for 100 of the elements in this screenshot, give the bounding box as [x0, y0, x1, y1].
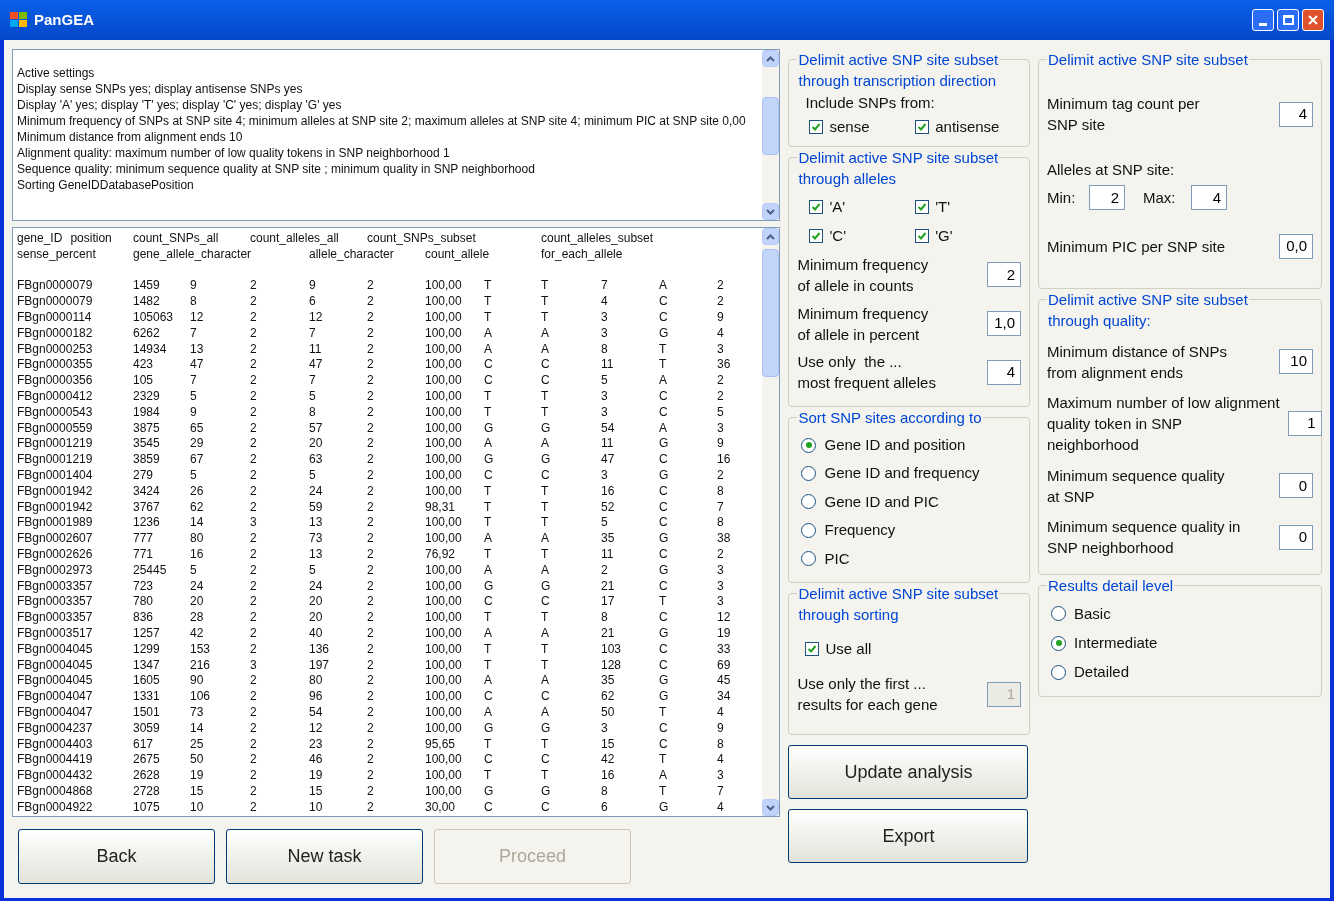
table-cell-text: 5	[190, 562, 198, 579]
table-cell-text: G	[659, 436, 670, 453]
table-cell-text: 2	[367, 673, 375, 690]
field-label: Maximum number of low alignment quality token in SNP neighborhood	[1047, 393, 1280, 456]
radio-button[interactable]	[801, 522, 817, 538]
table-cell-text: T	[541, 736, 550, 753]
table-cell-text: A	[659, 373, 668, 389]
checkbox[interactable]	[809, 120, 824, 135]
table-cell-text: C	[659, 310, 669, 326]
table-cell-text: 2	[717, 467, 725, 484]
table-cell-text: T	[484, 278, 493, 295]
input-field[interactable]: 10	[1279, 349, 1313, 375]
table-cell-text: 5	[309, 562, 317, 579]
table-cell-text: 2	[367, 515, 375, 532]
table-cell-text: 2	[250, 752, 258, 769]
table-cell-text: FBgn0004045	[17, 641, 94, 658]
radio-button[interactable]	[1051, 664, 1066, 680]
scrollbar-thumb[interactable]	[762, 249, 780, 377]
action-button[interactable]: New task	[226, 829, 423, 884]
table-cell-text: 100,00	[425, 436, 463, 453]
table-cell-text: 80	[190, 531, 205, 547]
checkbox[interactable]	[915, 199, 930, 214]
table-cell-text: FBgn0001989	[17, 515, 94, 532]
radio-button[interactable]	[801, 494, 817, 510]
scrollbar-thumb[interactable]	[762, 97, 780, 155]
radio-button[interactable]	[1051, 606, 1066, 622]
input-field[interactable]: 4	[987, 359, 1021, 385]
table-cell-text: G	[484, 420, 495, 437]
table-cell-text: T	[484, 499, 493, 516]
table-cell-text: 2	[250, 420, 258, 437]
table-cell-text: T	[541, 657, 550, 674]
action-button[interactable]: Export	[788, 809, 1029, 863]
input-field[interactable]: 1	[1287, 411, 1322, 437]
settings-line: Display sense SNPs yes; display antisense SNPs yes	[17, 81, 304, 97]
table-cell-text: 128	[601, 657, 623, 674]
action-button[interactable]: Back	[18, 829, 215, 884]
table-cell-text: A	[541, 325, 550, 342]
settings-text-box[interactable]	[12, 49, 781, 221]
table-cell-text: 100,00	[425, 768, 463, 784]
vertical-scrollbar[interactable]	[762, 50, 780, 220]
checkbox[interactable]	[915, 120, 930, 135]
checkbox[interactable]	[809, 229, 824, 244]
input-field[interactable]: 0	[1279, 524, 1313, 550]
field-label: Minimum sequence quality at SNP	[1047, 465, 1225, 507]
radio-button[interactable]	[801, 437, 817, 453]
checkbox[interactable]	[915, 229, 930, 244]
input-field[interactable]: 2	[1089, 185, 1125, 211]
table-cell-text: FBgn0002973	[17, 562, 94, 579]
table-cell-text: T	[541, 499, 550, 516]
input-field[interactable]: 0	[1279, 473, 1313, 499]
table-cell-text: C	[541, 594, 551, 611]
input-field[interactable]: 4	[1191, 185, 1227, 211]
radio-button[interactable]	[801, 466, 817, 482]
minimize-icon[interactable]	[1252, 9, 1274, 31]
table-cell-text: 836	[133, 610, 155, 626]
table-cell-text: 15	[190, 783, 205, 800]
checkbox[interactable]	[805, 642, 820, 657]
table-cell-text: 2	[250, 625, 258, 642]
radio-button[interactable]	[1051, 635, 1066, 651]
table-cell-text: FBgn0002607	[17, 531, 94, 547]
checkbox-label: 'C'	[829, 225, 847, 246]
table-cell-text: 2	[250, 452, 258, 468]
table-cell-text: FBgn0003357	[17, 578, 94, 595]
input-field[interactable]: 0,0	[1279, 233, 1313, 259]
results-text-box[interactable]	[12, 227, 781, 817]
input-field[interactable]: 2	[987, 262, 1021, 288]
table-cell-text: 6	[601, 799, 609, 816]
close-icon[interactable]	[1302, 9, 1324, 31]
action-button[interactable]: Update analysis	[788, 745, 1029, 799]
table-cell-text: 153	[190, 641, 212, 658]
table-cell-text: C	[541, 357, 551, 374]
input-field[interactable]: 1,0	[987, 311, 1021, 337]
settings-line: Sorting GeneIDDatabasePosition	[17, 177, 195, 193]
table-cell-text: 2	[367, 689, 375, 705]
input-field[interactable]: 4	[1279, 101, 1313, 127]
table-cell-text: 2	[250, 783, 258, 800]
table-cell-text: 7	[309, 325, 317, 342]
table-cell-text: FBgn0004045	[17, 673, 94, 690]
table-cell-text: 3	[717, 768, 725, 784]
table-cell-text: 3	[601, 404, 609, 421]
table-cell-text: 19	[717, 625, 732, 642]
table-cell-text: 2	[367, 483, 375, 500]
table-cell-text: A	[541, 436, 550, 453]
table-cell-text: C	[484, 594, 494, 611]
vertical-scrollbar[interactable]	[762, 228, 780, 816]
checkbox[interactable]	[809, 199, 824, 214]
table-cell-text: 26	[190, 483, 205, 500]
table-cell-text: 24	[309, 483, 324, 500]
table-cell-text: 2	[367, 420, 375, 437]
maximize-icon[interactable]	[1277, 9, 1299, 31]
table-cell-text: 96	[309, 689, 324, 705]
settings-line: Display 'A' yes; display 'T' yes; display 'C' yes; display 'G' yes	[17, 97, 343, 113]
column-header: sense_percent	[17, 246, 96, 263]
table-cell-text: G	[541, 452, 552, 468]
radio-button[interactable]	[801, 551, 817, 567]
table-cell-text: 21	[601, 578, 616, 595]
table-cell-text: 80	[309, 673, 324, 690]
table-cell-text: 76,92	[425, 546, 457, 563]
table-cell-text: 13	[309, 515, 324, 532]
table-cell-text: 2	[250, 467, 258, 484]
